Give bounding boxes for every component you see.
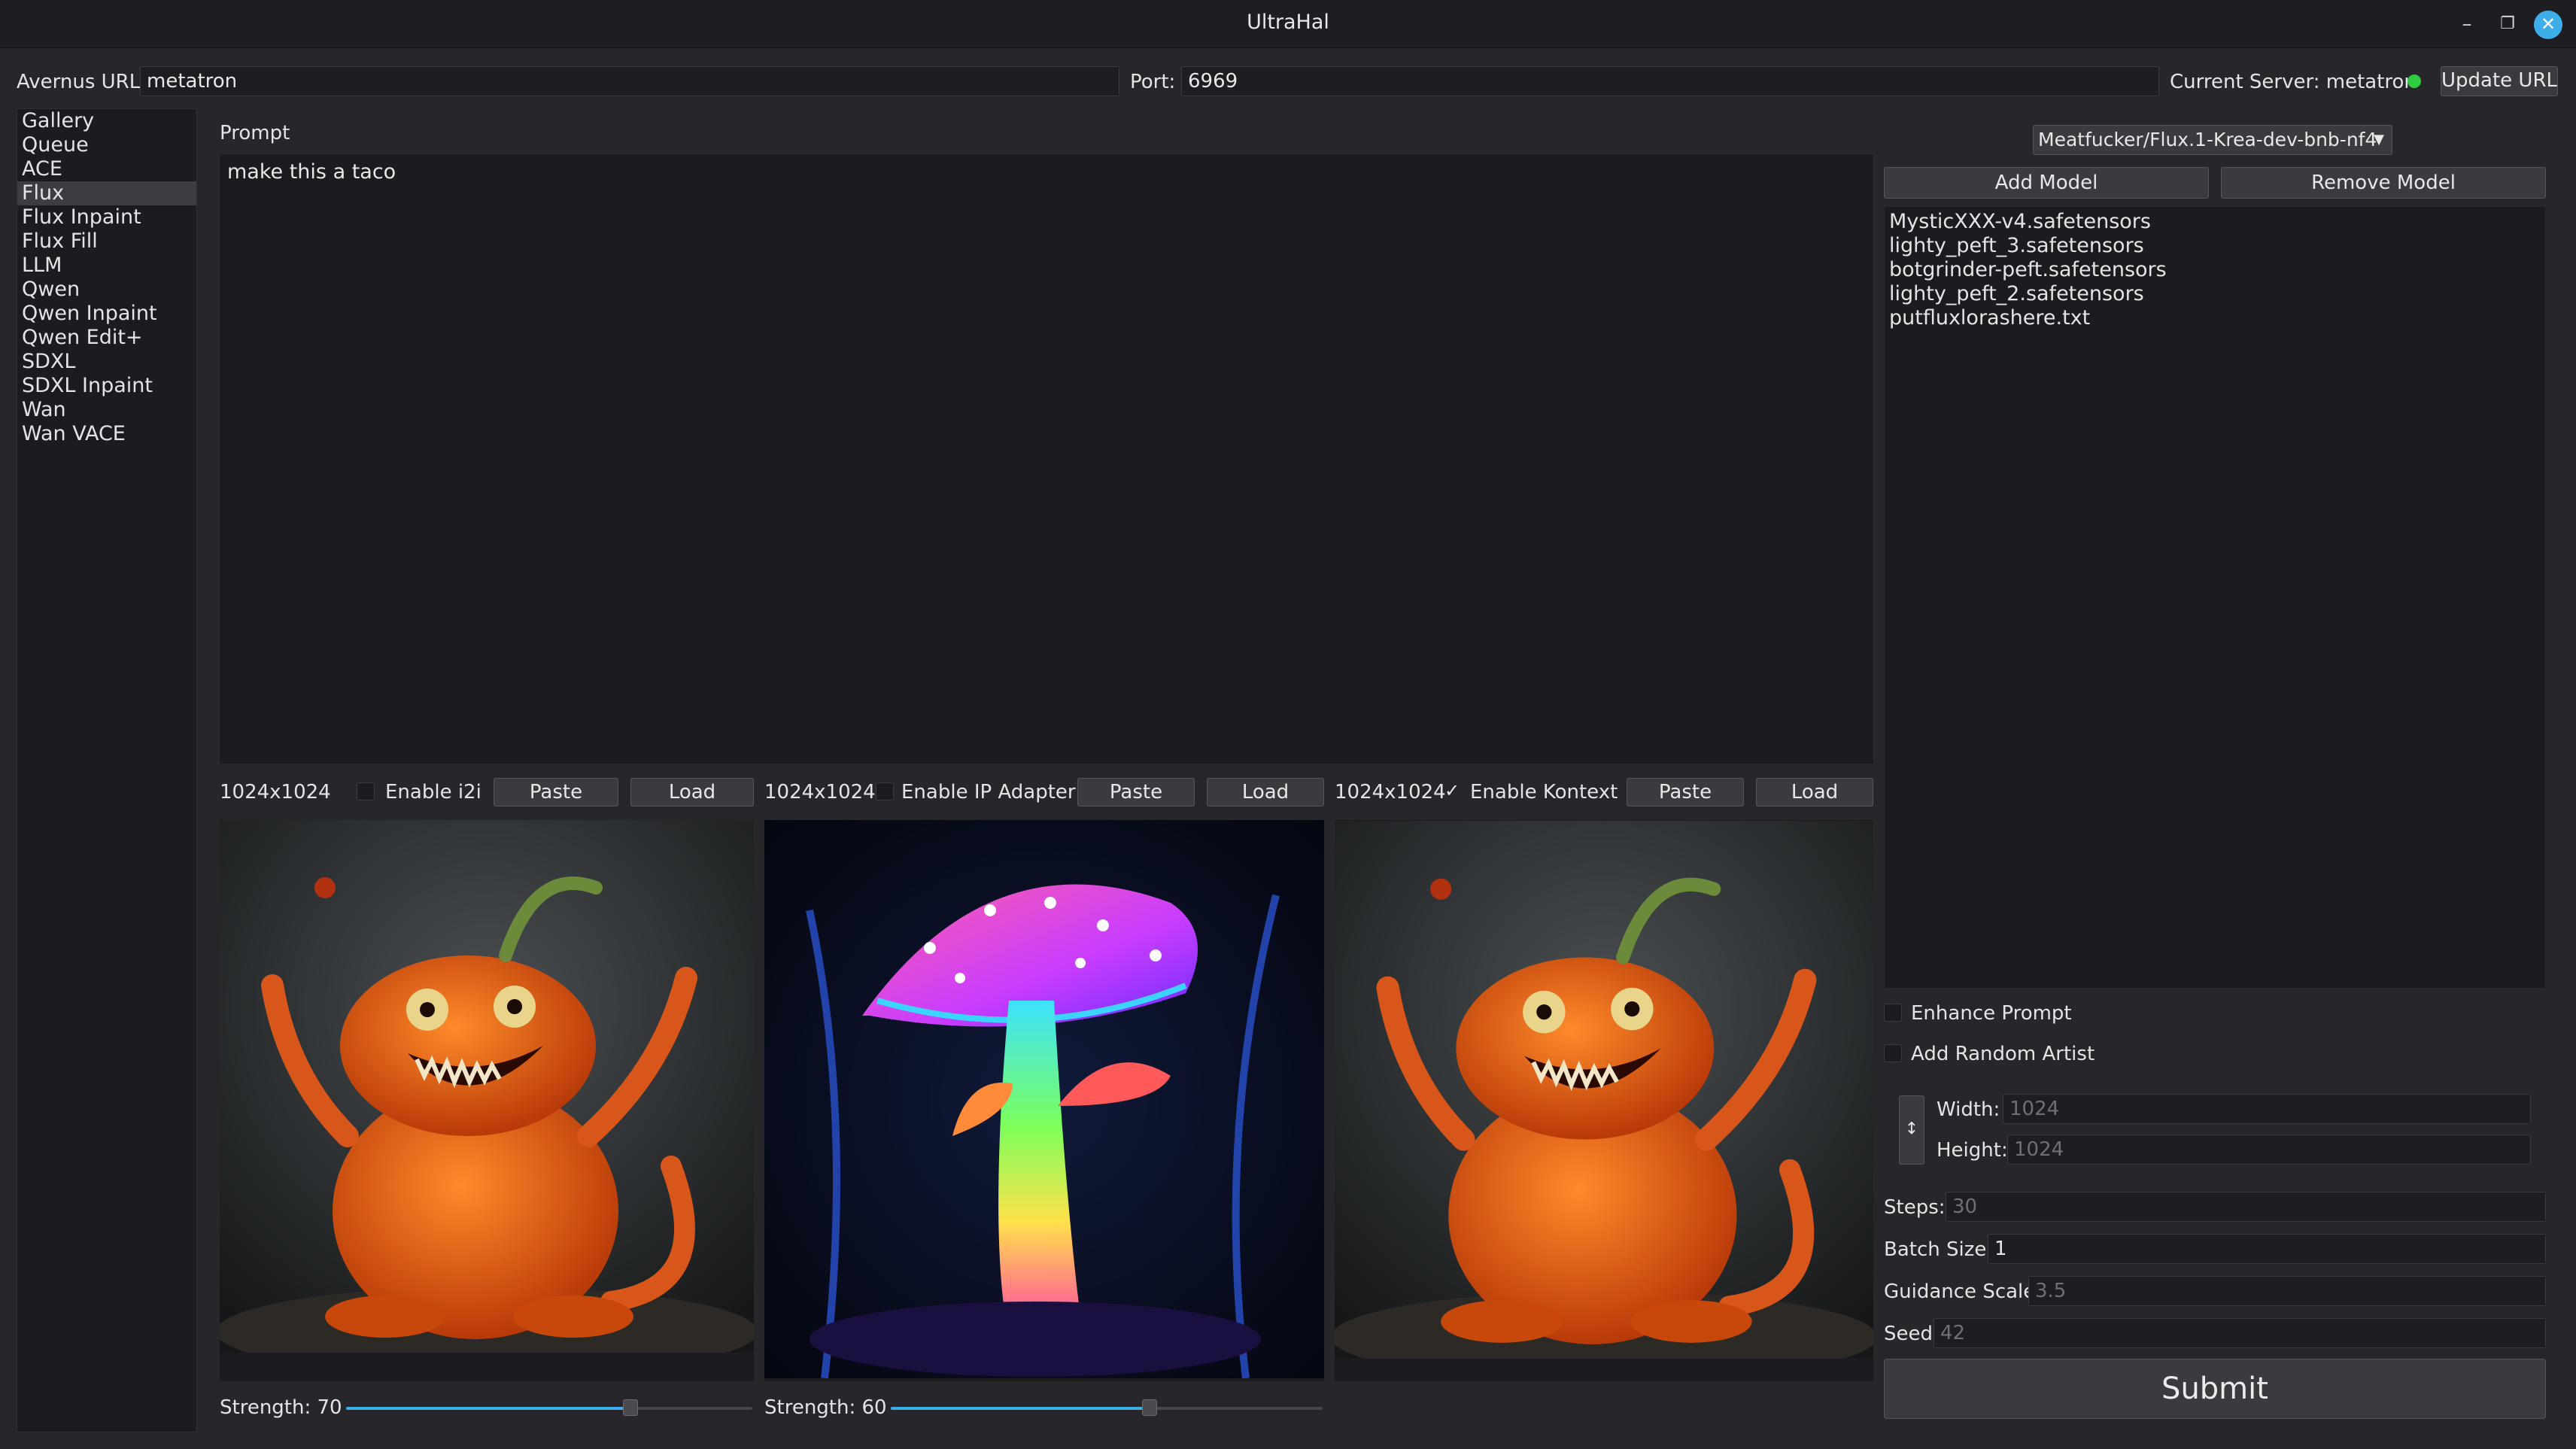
- sidebar-item-sdxl-inpaint[interactable]: SDXL Inpaint: [17, 374, 196, 398]
- close-icon[interactable]: ✕: [2534, 11, 2562, 39]
- enable-i2i-label: Enable i2i: [385, 781, 481, 803]
- add-model-button[interactable]: Add Model: [1884, 167, 2209, 199]
- window-title: UltraHal: [1247, 11, 1329, 34]
- sidebar-item-wan[interactable]: Wan: [17, 398, 196, 422]
- strength2-value: 60: [861, 1396, 887, 1419]
- panel2-load-button[interactable]: Load: [1207, 778, 1324, 807]
- panel2-size: 1024x1024: [764, 781, 876, 803]
- panel1-load-button[interactable]: Load: [630, 778, 754, 807]
- title-bar: UltraHal – ❐ ✕: [0, 0, 2576, 48]
- seed-field[interactable]: 42: [1934, 1318, 2546, 1348]
- ip-adapter-image[interactable]: [764, 820, 1324, 1381]
- slider-handle[interactable]: [1142, 1399, 1158, 1416]
- sidebar-item-queue[interactable]: Queue: [17, 133, 196, 157]
- enable-kontext-checkbox[interactable]: ✓: [1443, 782, 1461, 800]
- enhance-prompt-checkbox[interactable]: [1884, 1004, 1902, 1022]
- enable-ip-adapter-checkbox[interactable]: [876, 782, 894, 800]
- minimize-icon[interactable]: –: [2453, 11, 2481, 39]
- width-field[interactable]: 1024: [2003, 1094, 2531, 1124]
- port-field[interactable]: 6969: [1181, 66, 2159, 96]
- orange-creature-icon: [1335, 821, 1873, 1359]
- sidebar-item-qwen-inpaint[interactable]: Qwen Inpaint: [17, 302, 196, 326]
- update-url-button[interactable]: Update URL: [2441, 66, 2558, 96]
- panel1-size: 1024x1024: [220, 781, 331, 803]
- strength2-label: Strength: 60: [764, 1396, 887, 1419]
- panel3-size: 1024x1024: [1335, 781, 1446, 803]
- sidebar-item-ace[interactable]: ACE: [17, 157, 196, 181]
- steps-field[interactable]: 30: [1946, 1192, 2546, 1222]
- strength1-label: Strength: 70: [220, 1396, 342, 1419]
- sidebar-item-flux-fill[interactable]: Flux Fill: [17, 229, 196, 254]
- model-select[interactable]: Meatfucker/Flux.1-Krea-dev-bnb-nf4 ▼: [2033, 125, 2392, 155]
- enhance-prompt-label: Enhance Prompt: [1911, 1002, 2072, 1025]
- sidebar-item-gallery[interactable]: Gallery: [17, 109, 196, 133]
- prompt-label: Prompt: [220, 122, 290, 144]
- sidebar-item-sdxl[interactable]: SDXL: [17, 350, 196, 374]
- neon-mushroom-icon: [764, 820, 1324, 1378]
- guidance-scale-field[interactable]: 3.5: [2028, 1276, 2546, 1306]
- avernus-url-field[interactable]: metatron: [140, 66, 1119, 96]
- sidebar-item-qwen-edit-[interactable]: Qwen Edit+: [17, 326, 196, 350]
- slider-fill: [891, 1407, 1150, 1410]
- lora-list-item[interactable]: botgrinder-peft.safetensors: [1889, 258, 2541, 282]
- batch-size-label: Batch Size:: [1884, 1238, 1994, 1261]
- width-label: Width:: [1937, 1098, 2000, 1121]
- slider-fill: [346, 1407, 630, 1410]
- seed-label: Seed: [1884, 1323, 1933, 1345]
- submit-button[interactable]: Submit: [1884, 1359, 2546, 1419]
- enable-kontext-label: Enable Kontext: [1470, 781, 1618, 803]
- panel3-paste-button[interactable]: Paste: [1627, 778, 1744, 807]
- avernus-url-label: Avernus URL:: [17, 71, 147, 93]
- sidebar-item-wan-vace[interactable]: Wan VACE: [17, 422, 196, 446]
- panel3-load-button[interactable]: Load: [1756, 778, 1873, 807]
- height-field[interactable]: 1024: [2007, 1135, 2531, 1165]
- sidebar-item-flux-inpaint[interactable]: Flux Inpaint: [17, 205, 196, 229]
- i2i-image[interactable]: [220, 820, 754, 1381]
- lora-list-item[interactable]: MysticXXX-v4.safetensors: [1889, 210, 2541, 234]
- i2i-strength-slider[interactable]: [346, 1399, 752, 1416]
- orange-creature-icon: [220, 820, 754, 1353]
- height-label: Height:: [1937, 1139, 2008, 1162]
- batch-size-field[interactable]: 1: [1988, 1234, 2546, 1264]
- swap-dimensions-icon[interactable]: ↕: [1899, 1095, 1924, 1165]
- prompt-textarea[interactable]: make this a taco: [219, 153, 1874, 764]
- enable-ip-adapter-label: Enable IP Adapter: [901, 781, 1076, 803]
- lora-list: MysticXXX-v4.safetensors lighty_peft_3.sa…: [1884, 206, 2546, 989]
- kontext-image[interactable]: [1335, 820, 1873, 1381]
- add-random-artist-checkbox[interactable]: [1884, 1044, 1902, 1062]
- slider-handle[interactable]: [623, 1399, 638, 1416]
- model-select-value: Meatfucker/Flux.1-Krea-dev-bnb-nf4: [2038, 129, 2377, 150]
- mode-sidebar: Gallery Queue ACE Flux Flux Inpaint Flux Fill…: [17, 108, 197, 1432]
- chevron-down-icon: ▼: [2374, 132, 2384, 147]
- port-label: Port:: [1130, 71, 1176, 93]
- strength1-value: 70: [317, 1396, 342, 1419]
- sidebar-item-qwen[interactable]: Qwen: [17, 278, 196, 302]
- add-random-artist-label: Add Random Artist: [1911, 1043, 2095, 1065]
- restore-icon[interactable]: ❐: [2493, 11, 2522, 39]
- panel2-paste-button[interactable]: Paste: [1077, 778, 1195, 807]
- lora-list-item[interactable]: putfluxlorashere.txt: [1889, 306, 2541, 330]
- lora-list-item[interactable]: lighty_peft_3.safetensors: [1889, 234, 2541, 258]
- ip-adapter-strength-slider[interactable]: [891, 1399, 1323, 1416]
- server-status-icon: [2407, 74, 2421, 88]
- sidebar-item-llm[interactable]: LLM: [17, 254, 196, 278]
- steps-label: Steps:: [1884, 1196, 1946, 1219]
- remove-model-button[interactable]: Remove Model: [2221, 167, 2546, 199]
- current-server-label: Current Server: metatron: [2170, 71, 2417, 93]
- sidebar-item-flux[interactable]: Flux: [17, 181, 196, 205]
- guidance-scale-label: Guidance Scale:: [1884, 1280, 2043, 1303]
- enable-i2i-checkbox[interactable]: [357, 782, 375, 800]
- lora-list-item[interactable]: lighty_peft_2.safetensors: [1889, 282, 2541, 306]
- panel1-paste-button[interactable]: Paste: [494, 778, 618, 807]
